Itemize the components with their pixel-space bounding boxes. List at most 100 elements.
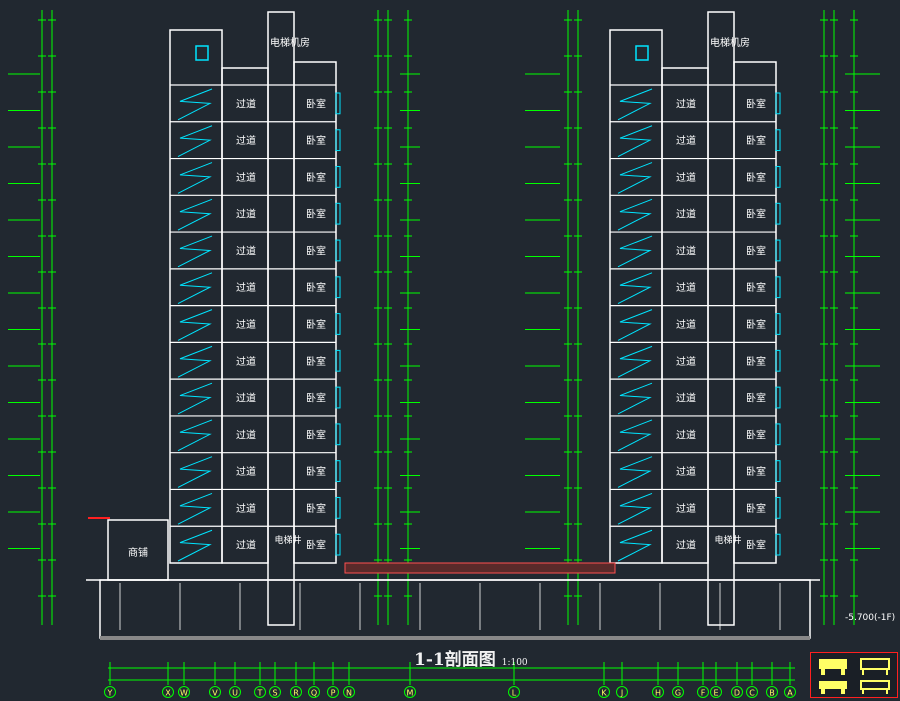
dimension-column-6 xyxy=(574,10,582,625)
label-bedroom: 卧室 xyxy=(306,465,326,478)
axis-label: V xyxy=(212,689,218,698)
stair-flight xyxy=(617,419,653,452)
label-bedroom: 卧室 xyxy=(306,208,326,221)
dimension-column-3 xyxy=(384,10,392,625)
legend-icon-4 xyxy=(860,680,890,694)
label-corridor: 过道 xyxy=(676,392,696,405)
label-bedroom: 卧室 xyxy=(746,502,766,515)
axis-label: H xyxy=(655,689,661,698)
elevator-shaft xyxy=(707,11,735,626)
label-corridor: 过道 xyxy=(236,318,256,331)
dimension-column-5 xyxy=(564,10,572,625)
label-corridor: 过道 xyxy=(676,281,696,294)
legend-icon-3 xyxy=(819,681,847,694)
label-elevation-outer: -5.700(-1F) xyxy=(845,613,895,623)
stair-flight xyxy=(177,456,213,488)
label-corridor: 过道 xyxy=(676,502,696,515)
label-elevator-room: 电梯机房 xyxy=(710,36,750,49)
label-corridor: 过道 xyxy=(236,392,256,405)
label-bedroom: 卧室 xyxy=(306,244,326,257)
label-corridor: 过道 xyxy=(236,244,256,257)
label-corridor: 过道 xyxy=(236,171,256,184)
axis-label: B xyxy=(769,689,775,698)
label-corridor: 过道 xyxy=(236,428,256,441)
stair-flight xyxy=(177,88,213,121)
label-bedroom: 卧室 xyxy=(306,134,326,147)
axis-label: Y xyxy=(107,689,113,698)
label-bedroom: 卧室 xyxy=(746,392,766,405)
label-corridor: 过道 xyxy=(676,171,696,184)
tower-right: 电梯机房过道 卧室过道 卧室过道 卧室过道 卧室过道 卧室过道 卧室过道 卧室过道 卧室过道 卧室… xyxy=(609,11,781,626)
label-corridor: 过道 xyxy=(236,502,256,515)
label-bedroom: 卧室 xyxy=(306,171,326,184)
label-corridor: 过道 xyxy=(676,244,696,257)
stair-flight xyxy=(177,125,213,157)
stair-flight xyxy=(177,162,213,194)
stair-flight xyxy=(617,456,653,488)
label-bedroom: 卧室 xyxy=(306,281,326,294)
label-bedroom: 卧室 xyxy=(746,281,766,294)
label-corridor: 过道 xyxy=(236,539,256,552)
label-corridor: 过道 xyxy=(236,281,256,294)
dimension-column-7 xyxy=(820,10,828,625)
label-bedroom: 卧室 xyxy=(306,392,326,405)
stair-core xyxy=(609,29,663,564)
stair-flight xyxy=(617,382,653,415)
label-corridor: 过道 xyxy=(676,465,696,478)
label-bedroom: 卧室 xyxy=(306,502,326,515)
label-bedroom: 卧室 xyxy=(746,97,766,110)
label-corridor: 过道 xyxy=(676,318,696,331)
stair-flight xyxy=(617,162,653,194)
axis-label: M xyxy=(407,689,414,698)
title-text: 1-1剖面图 xyxy=(414,650,496,670)
basement-outline xyxy=(99,579,811,639)
tower-left: 电梯机房过道 卧室过道 卧室过道 卧室过道 卧室过道 卧室过道 卧室过道 卧室过道 卧室过道 卧室… xyxy=(169,11,341,626)
stair-flight xyxy=(617,198,653,231)
label-bedroom: 卧室 xyxy=(746,134,766,147)
section-drawing: 电梯机房过道 卧室过道 卧室过道 卧室过道 卧室过道 卧室过道 卧室过道 卧室过道 卧室过道 卧室… xyxy=(8,10,895,698)
axis-label: J xyxy=(620,689,623,698)
label-bedroom: 卧室 xyxy=(306,539,326,552)
label-bedroom: 卧室 xyxy=(746,539,766,552)
label-corridor: 过道 xyxy=(676,428,696,441)
dimension-column-4 xyxy=(404,10,412,625)
legend-icon-2 xyxy=(860,658,890,675)
axis-label: U xyxy=(232,689,238,698)
label-bedroom: 卧室 xyxy=(746,318,766,331)
stair-flight xyxy=(617,235,653,268)
stair-flight xyxy=(177,529,213,562)
axis-label: T xyxy=(257,689,263,698)
label-corridor: 过道 xyxy=(236,97,256,110)
stair-flight xyxy=(177,419,213,452)
stair-flight xyxy=(177,382,213,415)
label-corridor: 过道 xyxy=(676,208,696,221)
stair-flight xyxy=(177,309,213,341)
label-bedroom: 卧室 xyxy=(306,318,326,331)
axis-label: D xyxy=(734,689,740,698)
planter-soil xyxy=(344,562,616,574)
axis-label: C xyxy=(749,689,755,698)
label-corridor: 过道 xyxy=(676,355,696,368)
stair-flight xyxy=(617,88,653,121)
axis-label: K xyxy=(601,689,607,698)
axis-label: Q xyxy=(311,689,317,698)
dimension-column-0 xyxy=(38,10,46,625)
title-scale: 1:100 xyxy=(501,658,528,668)
stair-flight xyxy=(177,198,213,231)
stair-flight xyxy=(617,345,653,378)
roof-window xyxy=(195,45,209,61)
axis-label: E xyxy=(713,689,718,698)
legend-box xyxy=(810,652,898,698)
axis-label: N xyxy=(346,689,352,698)
stair-core xyxy=(169,29,223,564)
label-corridor: 过道 xyxy=(676,539,696,552)
label-bedroom: 卧室 xyxy=(746,355,766,368)
drawing-title: 1-1剖面图 1:100 xyxy=(414,645,528,670)
dimension-column-1 xyxy=(48,10,56,625)
stair-flight xyxy=(617,529,653,562)
stair-flight xyxy=(177,235,213,268)
label-elevator-shaft: 电梯井 xyxy=(714,534,741,546)
stair-flight xyxy=(617,492,653,525)
axis-label: F xyxy=(701,689,706,698)
axis-label: A xyxy=(787,689,793,698)
